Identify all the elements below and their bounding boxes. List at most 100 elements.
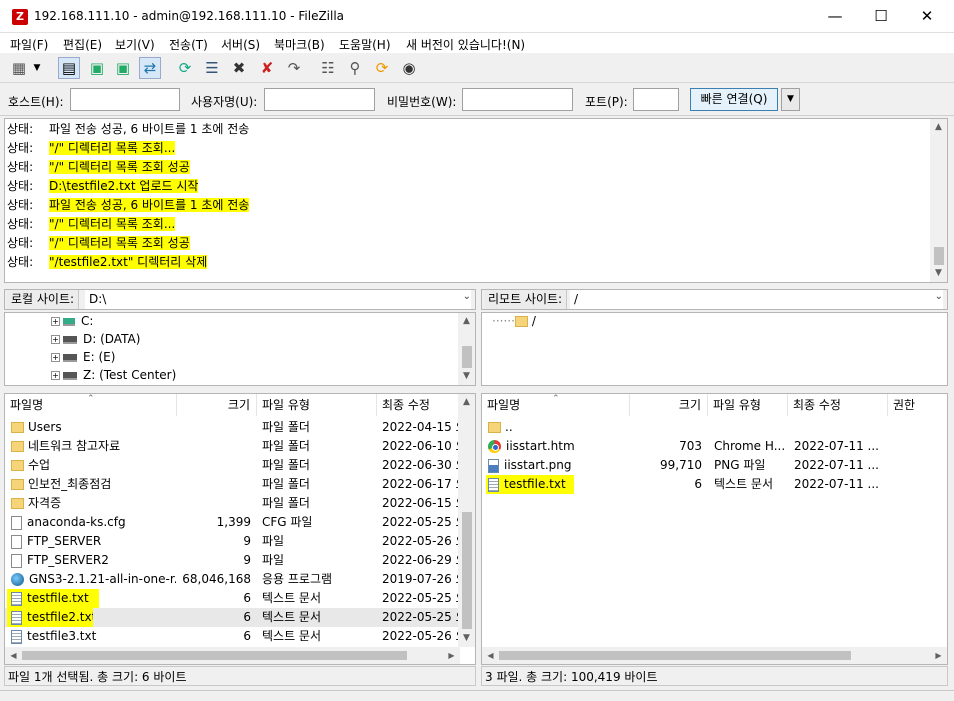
file-row[interactable]: testfile.txt 6 텍스트 문서 2022-05-25 오 — [5, 589, 460, 608]
port-input[interactable] — [633, 88, 679, 111]
scroll-thumb[interactable] — [462, 346, 472, 368]
file-row[interactable]: testfile3.txt 6 텍스트 문서 2022-05-26 오 — [5, 627, 460, 646]
reconnect-icon[interactable]: ↷ — [283, 57, 305, 79]
refresh-icon[interactable]: ⟳ — [174, 57, 196, 79]
remote-list-hscrollbar[interactable]: ◀ ▶ — [482, 647, 947, 664]
menu-transfer[interactable]: 전송(T) — [169, 36, 208, 53]
file-row[interactable]: iisstart.htm 703 Chrome H... 2022-07-11 … — [482, 437, 947, 456]
file-row-selected[interactable]: testfile2.txt 6 텍스트 문서 2022-05-25 오 — [5, 608, 460, 627]
scroll-right-icon[interactable]: ▶ — [930, 647, 947, 664]
expand-icon[interactable]: + — [51, 317, 60, 326]
filter-icon[interactable]: ☷ — [317, 57, 339, 79]
scroll-down-icon[interactable]: ▼ — [930, 265, 947, 282]
menu-help[interactable]: 도움말(H) — [339, 36, 391, 53]
scroll-left-icon[interactable]: ◀ — [482, 647, 499, 664]
expand-icon[interactable]: + — [51, 335, 60, 344]
quickconnect-history-dropdown[interactable]: ▼ — [781, 88, 800, 111]
local-list-hscrollbar[interactable]: ◀ ▶ — [5, 647, 460, 664]
file-row[interactable]: FTP_SERVER2 9 파일 2022-06-29 오 — [5, 551, 460, 570]
menu-bookmarks[interactable]: 북마크(B) — [274, 36, 325, 53]
column-header-size[interactable]: 크기 — [177, 394, 257, 416]
file-row[interactable]: 네트워크 참고자료 파일 폴더 2022-06-10 오 — [5, 437, 460, 456]
close-button[interactable]: ✕ — [904, 0, 950, 33]
menu-edit[interactable]: 편집(E) — [63, 36, 102, 53]
local-list-scrollbar[interactable]: ▲ ▼ — [458, 394, 475, 647]
message-log[interactable]: 상태: 파일 전송 성공, 6 바이트를 1 초에 전송 상태: "/" 디렉터리 … — [4, 118, 948, 283]
scroll-down-icon[interactable]: ▼ — [458, 630, 475, 647]
tree-item-drive-d[interactable]: + D: (DATA) — [51, 332, 140, 350]
host-input[interactable] — [70, 88, 180, 111]
file-row[interactable]: 인보전_최종점검 파일 폴더 2022-06-17 오 — [5, 475, 460, 494]
local-directory-tree[interactable]: + C: + D: (DATA) + E: (E) + Z: (Test Center)… — [4, 312, 476, 386]
file-row[interactable]: 수업 파일 폴더 2022-06-30 오 — [5, 456, 460, 475]
toggle-local-tree-icon[interactable]: ▣ — [86, 57, 108, 79]
maximize-button[interactable]: ☐ — [858, 0, 904, 33]
file-row[interactable]: Users 파일 폴더 2022-04-15 오 — [5, 418, 460, 437]
file-row[interactable]: 자격증 파일 폴더 2022-06-15 오 — [5, 494, 460, 513]
scroll-up-icon[interactable]: ▲ — [458, 394, 475, 411]
tree-item-drive-z[interactable]: + Z: (Test Center) — [51, 368, 176, 385]
dropdown-arrow-icon[interactable]: ▼ — [31, 57, 43, 79]
menu-view[interactable]: 보기(V) — [115, 36, 155, 53]
local-path-input[interactable]: D:\ — [85, 290, 471, 309]
password-input[interactable] — [462, 88, 573, 111]
file-name: .. — [505, 420, 513, 434]
file-name: iisstart.png — [504, 458, 572, 472]
scroll-up-icon[interactable]: ▲ — [458, 313, 475, 330]
column-header-size[interactable]: 크기 — [630, 394, 708, 416]
search-icon[interactable]: ◉ — [398, 57, 420, 79]
process-queue-icon[interactable]: ☰ — [201, 57, 223, 79]
tree-item-drive-c[interactable]: + C: — [51, 314, 93, 332]
file-modified: 2022-07-11 ... — [794, 477, 879, 491]
compare-icon[interactable]: ⚲ — [344, 57, 366, 79]
column-header-modified[interactable]: 최종 수정 — [377, 394, 461, 416]
scroll-down-icon[interactable]: ▼ — [458, 368, 475, 385]
file-row[interactable]: testfile.txt 6 텍스트 문서 2022-07-11 ... — [482, 475, 947, 494]
tree-item-drive-e[interactable]: + E: (E) — [51, 350, 115, 368]
file-row[interactable]: .. — [482, 418, 947, 437]
tree-item-root[interactable]: ······ / — [492, 314, 536, 332]
toggle-queue-icon[interactable]: ⇄ — [139, 57, 161, 79]
site-manager-icon[interactable]: ▦ — [8, 57, 30, 79]
column-header-type[interactable]: 파일 유형 — [708, 394, 788, 416]
file-row[interactable]: anaconda-ks.cfg 1,399 CFG 파일 2022-05-25 … — [5, 513, 460, 532]
file-row[interactable]: FTP_SERVER 9 파일 2022-05-26 오 — [5, 532, 460, 551]
column-header-filename[interactable]: 파일명 ⌃ — [482, 394, 630, 416]
toggle-remote-tree-icon[interactable]: ▣ — [112, 57, 134, 79]
file-size: 99,710 — [660, 458, 702, 472]
scroll-thumb[interactable] — [22, 651, 407, 660]
column-header-permissions[interactable]: 권한 — [888, 394, 947, 416]
remote-file-list[interactable]: 파일명 ⌃ 크기 파일 유형 최종 수정 권한 .. iisstart.htm 7… — [481, 393, 948, 665]
menu-file[interactable]: 파일(F) — [10, 36, 48, 53]
menu-server[interactable]: 서버(S) — [221, 36, 260, 53]
file-size: 6 — [694, 477, 702, 491]
toggle-log-icon[interactable]: ▤ — [58, 57, 80, 79]
scroll-thumb[interactable] — [934, 247, 944, 265]
scroll-left-icon[interactable]: ◀ — [5, 647, 22, 664]
cancel-icon[interactable]: ✖ — [228, 57, 250, 79]
disconnect-icon[interactable]: ✘ — [256, 57, 278, 79]
quickconnect-button[interactable]: 빠른 연결(Q) — [690, 88, 778, 111]
scroll-up-icon[interactable]: ▲ — [930, 119, 947, 136]
file-row[interactable]: iisstart.png 99,710 PNG 파일 2022-07-11 ..… — [482, 456, 947, 475]
expand-icon[interactable]: + — [51, 371, 60, 380]
scroll-thumb[interactable] — [499, 651, 851, 660]
local-file-list[interactable]: 파일명 ⌃ 크기 파일 유형 최종 수정 Users 파일 폴더 2022-04-… — [4, 393, 476, 665]
column-header-filename[interactable]: 파일명 ⌃ — [5, 394, 177, 416]
username-input[interactable] — [264, 88, 375, 111]
remote-path-input[interactable]: / — [570, 290, 943, 309]
chevron-down-icon[interactable]: ⌄ — [463, 291, 471, 302]
remote-directory-tree[interactable]: ······ / — [481, 312, 948, 386]
scroll-right-icon[interactable]: ▶ — [443, 647, 460, 664]
sync-browse-icon[interactable]: ⟳ — [371, 57, 393, 79]
local-tree-scrollbar[interactable]: ▲ ▼ — [458, 313, 475, 385]
scroll-thumb[interactable] — [462, 512, 472, 629]
menu-new-version[interactable]: 새 버전이 있습니다!(N) — [406, 36, 525, 53]
file-row[interactable]: GNS3-2.1.21-all-in-one-r... 68,046,168 응… — [5, 570, 460, 589]
expand-icon[interactable]: + — [51, 353, 60, 362]
column-header-modified[interactable]: 최종 수정 — [788, 394, 888, 416]
minimize-button[interactable]: — — [812, 0, 858, 33]
chevron-down-icon[interactable]: ⌄ — [935, 291, 943, 302]
log-scrollbar[interactable]: ▲ ▼ — [930, 119, 947, 282]
column-header-type[interactable]: 파일 유형 — [257, 394, 377, 416]
